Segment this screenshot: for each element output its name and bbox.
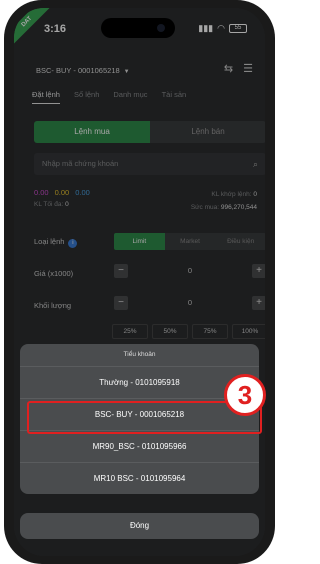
sub-account-option[interactable]: MR10 BSC - 0101095964 <box>20 462 259 494</box>
sub-account-option[interactable]: MR90_BSC - 0101095966 <box>20 430 259 462</box>
close-button[interactable]: Đóng <box>20 513 259 539</box>
app-screen: DAT 3:16 ▮▮▮ ◠ 55 BSC- BUY - 0001065218 ▼… <box>14 8 265 556</box>
sheet-title: Tiểu khoản <box>123 351 156 358</box>
phone-frame: DAT 3:16 ▮▮▮ ◠ 55 BSC- BUY - 0001065218 ▼… <box>4 0 275 564</box>
step-number-badge: 3 <box>224 374 266 416</box>
